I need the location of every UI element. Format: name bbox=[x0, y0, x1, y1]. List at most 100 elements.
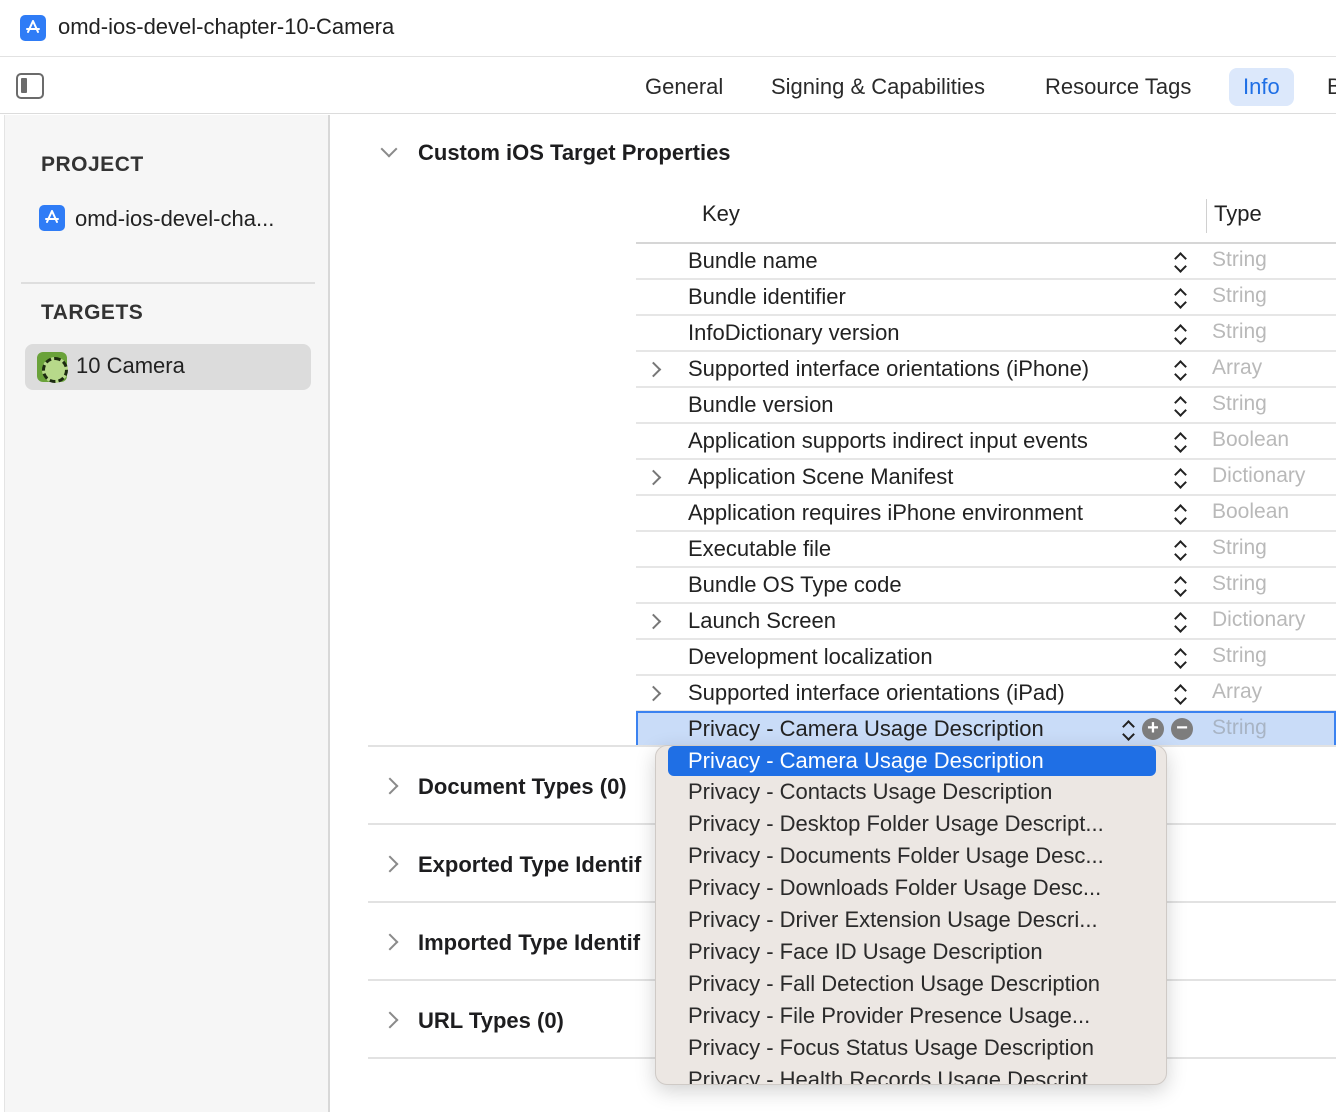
stepper-icon[interactable] bbox=[1172, 394, 1188, 420]
table-row[interactable]: Application supports indirect input even… bbox=[636, 424, 1336, 460]
table-row[interactable]: Bundle identifier String bbox=[636, 280, 1336, 316]
chevron-right-icon[interactable] bbox=[381, 1011, 399, 1029]
tab-signing-capabilities[interactable]: Signing & Capabilities bbox=[757, 68, 999, 106]
stepper-icon[interactable] bbox=[1172, 502, 1188, 528]
dropdown-option[interactable]: Privacy - Contacts Usage Description bbox=[668, 777, 1156, 807]
sidebar-divider bbox=[21, 282, 315, 284]
tab-info[interactable]: Info bbox=[1229, 68, 1294, 106]
table-row[interactable]: Launch Screen Dictionary bbox=[636, 604, 1336, 640]
row-type: String bbox=[1212, 644, 1267, 667]
exported-type-identifiers-section[interactable]: Exported Type Identif bbox=[418, 852, 641, 878]
dropdown-option[interactable]: Privacy - Documents Folder Usage Desc... bbox=[668, 841, 1156, 871]
table-row[interactable]: Bundle OS Type code String bbox=[636, 568, 1336, 604]
row-type: Dictionary bbox=[1212, 608, 1306, 631]
row-type: Array bbox=[1212, 356, 1263, 379]
column-divider[interactable] bbox=[1206, 199, 1207, 233]
document-types-section[interactable]: Document Types (0) bbox=[418, 774, 627, 800]
stepper-icon[interactable] bbox=[1172, 322, 1188, 348]
sidebar-toggle-icon[interactable] bbox=[16, 73, 44, 99]
row-key[interactable]: Executable file bbox=[688, 536, 831, 562]
row-key[interactable]: Launch Screen bbox=[688, 608, 836, 634]
dropdown-option[interactable]: Privacy - Desktop Folder Usage Descript.… bbox=[668, 809, 1156, 839]
stepper-icon[interactable] bbox=[1172, 250, 1188, 276]
stepper-icon[interactable] bbox=[1172, 682, 1188, 708]
custom-properties-section-title: Custom iOS Target Properties bbox=[418, 140, 731, 165]
row-type: Dictionary bbox=[1212, 464, 1306, 487]
tab-resource-tags[interactable]: Resource Tags bbox=[1031, 68, 1205, 106]
row-key[interactable]: Development localization bbox=[688, 644, 933, 670]
row-type: Boolean bbox=[1212, 500, 1290, 523]
minus-circle-icon[interactable]: − bbox=[1171, 718, 1193, 740]
table-row[interactable]: InfoDictionary version String bbox=[636, 316, 1336, 352]
tab-build[interactable]: B bbox=[1313, 68, 1336, 106]
row-key[interactable]: Application supports indirect input even… bbox=[688, 428, 1088, 454]
dropdown-option[interactable]: Privacy - Focus Status Usage Description bbox=[668, 1033, 1156, 1063]
chevron-right-icon[interactable] bbox=[645, 613, 662, 630]
table-row[interactable]: Bundle name String bbox=[636, 244, 1336, 280]
row-key[interactable]: Bundle name bbox=[688, 248, 818, 274]
dropdown-option[interactable]: Privacy - Health Records Usage Descript.… bbox=[668, 1065, 1156, 1084]
row-key[interactable]: Bundle version bbox=[688, 392, 834, 418]
dropdown-option[interactable]: Privacy - Fall Detection Usage Descripti… bbox=[668, 969, 1156, 999]
dropdown-option[interactable]: Privacy - Camera Usage Description bbox=[668, 746, 1156, 776]
row-key[interactable]: Bundle OS Type code bbox=[688, 572, 902, 598]
row-key[interactable]: Application Scene Manifest bbox=[688, 464, 953, 490]
row-key[interactable]: Bundle identifier bbox=[688, 284, 846, 310]
column-header-key[interactable]: Key bbox=[702, 201, 740, 227]
dropdown-option[interactable]: Privacy - Face ID Usage Description bbox=[668, 937, 1156, 967]
stepper-icon[interactable] bbox=[1120, 718, 1136, 744]
chevron-right-icon[interactable] bbox=[381, 855, 399, 873]
tab-general[interactable]: General bbox=[631, 68, 737, 106]
table-row[interactable]: Application requires iPhone environment … bbox=[636, 496, 1336, 532]
chevron-right-icon[interactable] bbox=[381, 933, 399, 951]
stepper-icon[interactable] bbox=[1172, 646, 1188, 672]
imported-type-identifiers-section[interactable]: Imported Type Identif bbox=[418, 930, 640, 956]
window-titlebar: omd-ios-devel-chapter-10-Camera bbox=[0, 0, 1336, 57]
row-key[interactable]: InfoDictionary version bbox=[688, 320, 900, 346]
plus-circle-icon[interactable]: + bbox=[1142, 718, 1164, 740]
chevron-right-icon[interactable] bbox=[645, 361, 662, 378]
stepper-icon[interactable] bbox=[1172, 538, 1188, 564]
row-key[interactable]: Application requires iPhone environment bbox=[688, 500, 1083, 526]
target-item-label: 10 Camera bbox=[76, 353, 185, 378]
table-row[interactable]: Executable file String bbox=[636, 532, 1336, 568]
chevron-right-icon[interactable] bbox=[645, 469, 662, 486]
dropdown-option[interactable]: Privacy - Downloads Folder Usage Desc... bbox=[668, 873, 1156, 903]
table-row[interactable]: Supported interface orientations (iPad) … bbox=[636, 676, 1336, 712]
row-type: Array bbox=[1212, 680, 1263, 703]
targets-section-header: TARGETS bbox=[41, 301, 144, 324]
stepper-icon[interactable] bbox=[1172, 286, 1188, 312]
row-type: String bbox=[1212, 536, 1267, 559]
table-row-selected[interactable]: Privacy - Camera Usage Description + − S… bbox=[636, 711, 1336, 747]
project-section-header: PROJECT bbox=[41, 153, 144, 176]
row-type: String bbox=[1212, 248, 1267, 271]
stepper-icon[interactable] bbox=[1172, 574, 1188, 600]
row-key[interactable]: Supported interface orientations (iPhone… bbox=[688, 356, 1089, 382]
window-title: omd-ios-devel-chapter-10-Camera bbox=[58, 14, 395, 39]
chevron-right-icon[interactable] bbox=[381, 777, 399, 795]
url-types-section[interactable]: URL Types (0) bbox=[418, 1008, 564, 1034]
row-key[interactable]: Supported interface orientations (iPad) bbox=[688, 680, 1065, 706]
chevron-down-icon[interactable] bbox=[380, 140, 398, 158]
stepper-icon[interactable] bbox=[1172, 610, 1188, 636]
project-item[interactable]: omd-ios-devel-cha... bbox=[75, 206, 274, 232]
table-row[interactable]: Development localization String bbox=[636, 640, 1336, 676]
row-type: String bbox=[1212, 284, 1267, 307]
editor-tab-bar: General Signing & Capabilities Resource … bbox=[0, 58, 1336, 114]
dropdown-option[interactable]: Privacy - Driver Extension Usage Descri.… bbox=[668, 905, 1156, 935]
key-suggestion-dropdown: Privacy - Camera Usage Description Priva… bbox=[655, 745, 1167, 1085]
table-row[interactable]: Application Scene Manifest Dictionary bbox=[636, 460, 1336, 496]
row-key[interactable]: Privacy - Camera Usage Description bbox=[688, 716, 1044, 742]
table-row[interactable]: Bundle version String bbox=[636, 388, 1336, 424]
column-header-type[interactable]: Type bbox=[1214, 201, 1262, 227]
app-store-icon bbox=[20, 15, 46, 41]
stepper-icon[interactable] bbox=[1172, 466, 1188, 492]
dropdown-option[interactable]: Privacy - File Provider Presence Usage..… bbox=[668, 1001, 1156, 1031]
stepper-icon[interactable] bbox=[1172, 358, 1188, 384]
stepper-icon[interactable] bbox=[1172, 430, 1188, 456]
row-type: String bbox=[1212, 320, 1267, 343]
table-row[interactable]: Supported interface orientations (iPhone… bbox=[636, 352, 1336, 388]
target-item-10-camera[interactable]: 10 Camera bbox=[25, 344, 311, 390]
row-type: String bbox=[1212, 392, 1267, 415]
chevron-right-icon[interactable] bbox=[645, 685, 662, 702]
